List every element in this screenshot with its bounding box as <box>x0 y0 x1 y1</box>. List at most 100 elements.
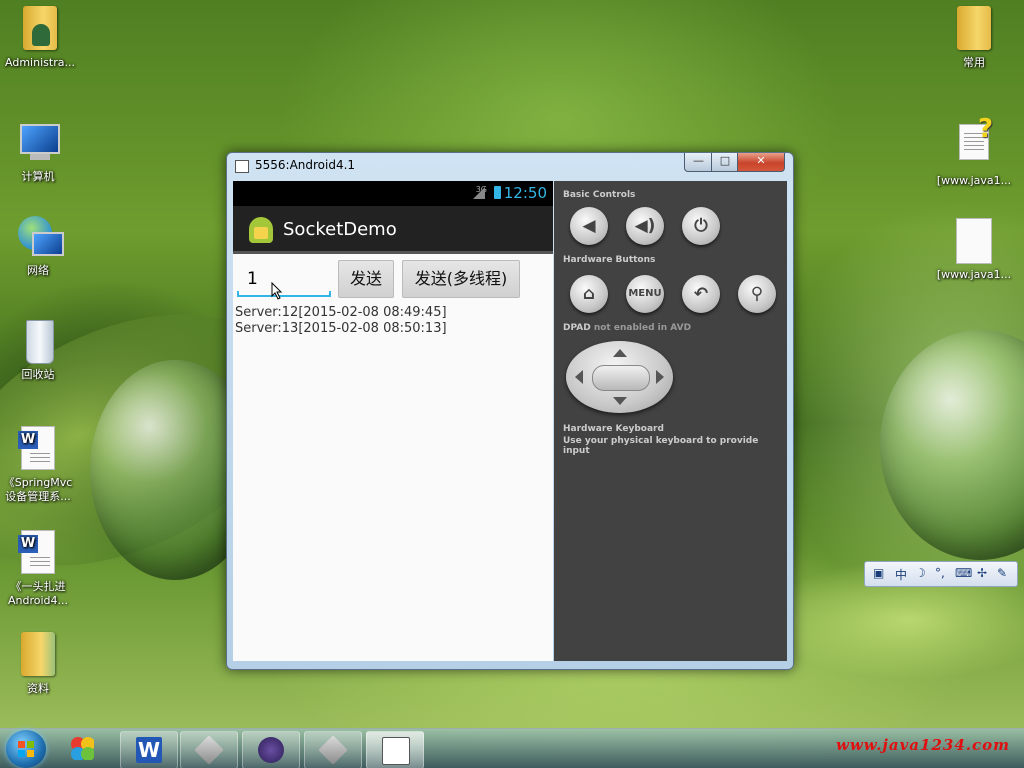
menu-button-label: MENU <box>628 288 662 299</box>
home-icon: ⌂ <box>582 284 596 304</box>
desktop-icon-android-doc[interactable]: W 《一头扎进 Android4... <box>0 530 78 608</box>
emulator-window-icon <box>318 735 348 765</box>
desktop-icon-materials[interactable]: 资料 <box>0 632 78 696</box>
home-button[interactable]: ⌂ <box>570 275 608 313</box>
desktop-icon-recycle-bin[interactable]: 回收站 <box>0 318 78 382</box>
dpad-center-button[interactable] <box>592 365 650 391</box>
dpad-title: DPAD <box>563 323 591 333</box>
taskbar-java-ee-ide[interactable] <box>242 731 300 768</box>
word-document-icon: W <box>16 426 60 474</box>
desktop-icon-common[interactable]: 常用 <box>934 6 1014 70</box>
wps-writer-icon: W <box>136 737 162 763</box>
recycle-bin-icon <box>16 318 60 366</box>
desktop-icon-label: 常用 <box>963 56 985 69</box>
desktop-icon-java1234-help[interactable]: ? [www.java1... <box>934 116 1014 188</box>
message-input[interactable] <box>237 263 339 295</box>
desktop-icon-label: 网络 <box>27 264 49 277</box>
search-button[interactable]: ⚲ <box>738 275 776 313</box>
dpad-right-icon[interactable] <box>656 370 664 384</box>
eclipse-icon <box>258 737 284 763</box>
desktop-icon-java1234-file[interactable]: [www.java1... <box>934 218 1014 282</box>
computer-icon <box>16 120 60 168</box>
user-folder-icon <box>18 6 62 54</box>
hardware-keyboard-label: Hardware Keyboard <box>563 424 664 434</box>
maximize-button[interactable]: □ <box>711 153 739 172</box>
input-underline <box>237 291 331 297</box>
basic-controls-label: Basic Controls <box>563 190 636 200</box>
dpad-left-icon[interactable] <box>575 370 583 384</box>
ime-tools-icon[interactable]: ✢ <box>977 566 987 580</box>
power-icon: ⏻ <box>694 216 708 236</box>
desktop-icon-network[interactable]: 网络 <box>0 214 78 278</box>
search-icon: ⚲ <box>750 284 764 304</box>
ime-punctuation-icon[interactable]: °, <box>935 566 945 580</box>
ime-halfwidth-icon[interactable]: ☽ <box>915 566 926 580</box>
dpad-label: DPAD not enabled in AVD <box>563 323 691 333</box>
desktop-icon-label: 《SpringMvc 设备管理系... <box>3 476 73 503</box>
emulator-app-icon <box>235 160 249 173</box>
back-button[interactable]: ↶ <box>682 275 720 313</box>
volume-down-button[interactable]: ◀ <box>570 207 608 245</box>
hardware-keyboard-note: Use your physical keyboard to provide in… <box>563 436 759 456</box>
server-message: Server:12[2015-02-08 08:49:45] <box>235 305 447 320</box>
notepad-icon <box>382 737 410 765</box>
power-button[interactable]: ⏻ <box>682 207 720 245</box>
windows-logo-icon <box>18 741 34 757</box>
emulator-window[interactable]: 5556:Android4.1 — □ ✕ 3G 12:50 SocketDem… <box>226 152 794 670</box>
ime-keyboard-icon[interactable]: ⌨ <box>955 566 972 580</box>
wallpaper-drop-right <box>880 330 1024 560</box>
send-multithread-button[interactable]: 发送(多线程) <box>402 260 520 298</box>
taskbar-android-emulator[interactable] <box>180 731 238 768</box>
ime-settings-icon[interactable]: ✎ <box>997 566 1007 580</box>
menu-button[interactable]: MENU <box>626 275 664 313</box>
desktop-icon-label: 《一头扎进 Android4... <box>7 580 69 607</box>
taskbar-wps-writer[interactable]: W <box>120 731 178 768</box>
volume-up-icon: ◀) <box>634 216 656 236</box>
desktop-icon-administrator[interactable]: Administra... <box>0 6 80 70</box>
signal-icon <box>473 187 485 199</box>
ime-logo-icon[interactable]: ▣ <box>873 566 884 580</box>
desktop-icon-springmvc-doc[interactable]: W 《SpringMvc 设备管理系... <box>0 426 78 504</box>
dpad-up-icon[interactable] <box>613 349 627 357</box>
ime-language-toggle[interactable]: 中 <box>895 566 907 583</box>
minimize-button[interactable]: — <box>684 153 713 172</box>
send-button[interactable]: 发送 <box>338 260 394 298</box>
window-titlebar[interactable]: 5556:Android4.1 — □ ✕ <box>227 153 793 179</box>
dpad-down-icon[interactable] <box>613 397 627 405</box>
status-clock: 12:50 <box>503 184 547 202</box>
desktop-icon-label: 计算机 <box>21 170 55 183</box>
network-icon <box>16 214 64 262</box>
server-message: Server:13[2015-02-08 08:50:13] <box>235 321 447 336</box>
close-button[interactable]: ✕ <box>737 153 785 172</box>
desktop: Administra... 计算机 网络 回收站 W 《SpringMvc 设备… <box>0 0 1024 768</box>
app-title: SocketDemo <box>283 219 397 240</box>
mouse-cursor-icon <box>271 282 283 300</box>
taskbar-notepad[interactable] <box>366 731 424 768</box>
ime-toolbar[interactable]: ▣ 中 ☽ °, ⌨ ✢ ✎ <box>864 561 1018 587</box>
desktop-icon-label: [www.java1... <box>936 174 1012 187</box>
word-document-icon: W <box>16 530 60 578</box>
help-file-icon: ? <box>952 116 996 172</box>
android-status-bar: 3G 12:50 <box>233 181 553 206</box>
folder-icon <box>16 632 60 680</box>
desktop-icon-computer[interactable]: 计算机 <box>0 120 78 184</box>
watermark-text: www.java1234.com <box>835 736 1010 754</box>
app-action-bar: SocketDemo <box>233 206 553 254</box>
taskbar-emulator-window[interactable] <box>304 731 362 768</box>
desktop-icon-label: [www.java1... <box>936 268 1012 281</box>
battery-icon <box>494 186 501 199</box>
taskbar-pinwheel-app[interactable] <box>56 731 112 767</box>
volume-down-icon: ◀ <box>582 216 596 236</box>
dpad[interactable] <box>566 341 673 413</box>
pinwheel-icon <box>71 737 94 760</box>
android-logo-icon <box>249 217 273 243</box>
back-icon: ↶ <box>693 284 709 304</box>
volume-up-button[interactable]: ◀) <box>626 207 664 245</box>
emulator-icon <box>194 735 224 765</box>
desktop-icon-label: 回收站 <box>21 368 55 381</box>
desktop-icon-label: Administra... <box>5 56 75 69</box>
start-button[interactable] <box>6 730 46 768</box>
android-screen[interactable]: 3G 12:50 SocketDemo 发送 发送(多线程) Server:12… <box>233 181 553 661</box>
window-title: 5556:Android4.1 <box>255 158 356 172</box>
hardware-buttons-label: Hardware Buttons <box>563 255 656 265</box>
